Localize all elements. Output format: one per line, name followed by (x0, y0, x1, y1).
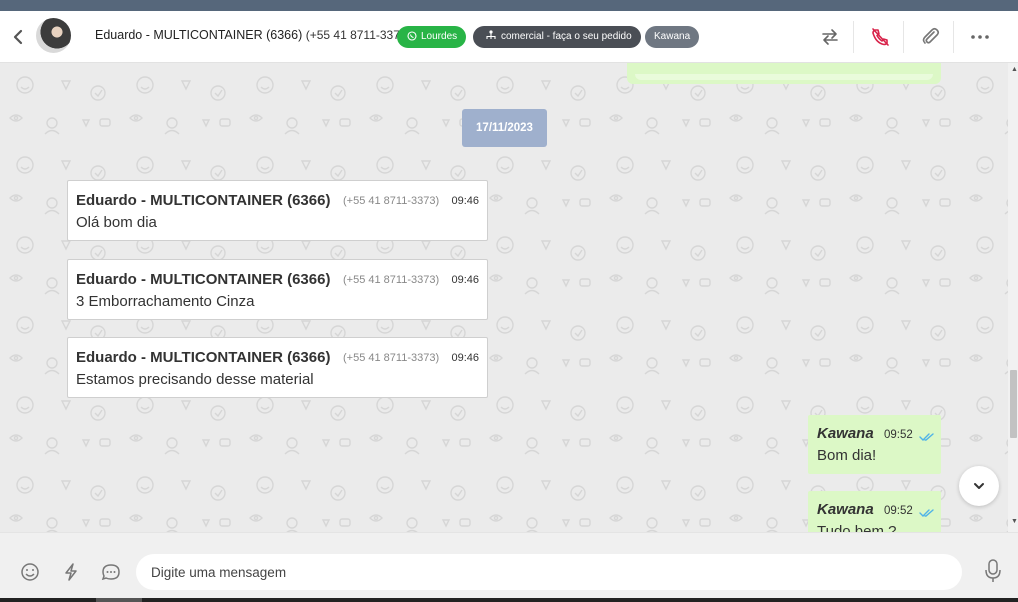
outgoing-message[interactable]: Kawana 09:52 Tudo bem ? (808, 491, 941, 532)
tag-label: Kawana (654, 31, 691, 42)
attach-icon[interactable] (919, 26, 941, 48)
chat-scrollbar[interactable] (1008, 63, 1018, 532)
window-top-strip (0, 0, 1018, 11)
chat-area[interactable]: 17/11/2023 Eduardo - MULTICONTAINER (636… (0, 63, 1008, 532)
back-icon[interactable] (10, 27, 28, 47)
header-divider (953, 21, 954, 53)
transfer-icon[interactable] (819, 26, 841, 48)
tag-department[interactable]: comercial - faça o seu pedido (473, 26, 641, 48)
message-text: Bom dia! (817, 447, 877, 464)
scroll-up-arrow-icon[interactable]: ▲ (1011, 66, 1018, 73)
message-time: 09:46 (451, 352, 479, 364)
message-author: Kawana (817, 501, 874, 518)
message-sender-phone: (+55 41 8711-3373) (343, 274, 440, 286)
message-time: 09:46 (451, 195, 479, 207)
scroll-to-bottom-button[interactable] (959, 466, 999, 506)
header-divider (903, 21, 904, 53)
chevron-down-icon (974, 483, 984, 489)
outgoing-message[interactable]: Kawana 09:52 Bom dia! (808, 415, 941, 474)
message-text: Olá bom dia (76, 214, 157, 231)
scrollbar-thumb[interactable] (1010, 370, 1017, 438)
contact-name: Eduardo - MULTICONTAINER (6366) (95, 28, 303, 42)
message-sender: Eduardo - MULTICONTAINER (6366) (76, 349, 331, 366)
previous-message-bubble (627, 63, 941, 84)
incoming-message[interactable]: Eduardo - MULTICONTAINER (6366) (+55 41 … (67, 180, 488, 241)
tag-label: Lourdes (421, 31, 458, 42)
message-author: Kawana (817, 425, 874, 442)
end-call-icon[interactable] (869, 26, 891, 48)
date-separator: 17/11/2023 (462, 109, 547, 147)
contact-title[interactable]: Eduardo - MULTICONTAINER (6366) (+55 41 … (95, 28, 411, 42)
whatsapp-icon (407, 31, 417, 41)
message-sender: Eduardo - MULTICONTAINER (6366) (76, 271, 331, 288)
message-input[interactable] (136, 554, 962, 590)
message-time: 09:46 (451, 274, 479, 286)
taskbar-strip (0, 598, 1018, 602)
tag-agent[interactable]: Kawana (645, 26, 700, 48)
message-composer (0, 532, 1018, 602)
avatar[interactable] (36, 18, 71, 53)
message-text: Tudo bem ? (817, 523, 897, 532)
more-icon[interactable] (969, 26, 991, 48)
sitemap-icon (486, 30, 496, 39)
contact-phone: (+55 41 8711-3373) (305, 28, 411, 42)
message-sender-phone: (+55 41 8711-3373) (343, 195, 440, 207)
message-sender: Eduardo - MULTICONTAINER (6366) (76, 192, 331, 209)
message-time: 09:52 (884, 505, 913, 517)
chat-bubble-icon[interactable] (101, 562, 121, 582)
double-check-icon (919, 429, 935, 447)
tag-label: comercial - faça o seu pedido (501, 31, 632, 42)
microphone-icon[interactable] (983, 558, 1003, 584)
message-sender-phone: (+55 41 8711-3373) (343, 352, 440, 364)
message-time: 09:52 (884, 429, 913, 441)
header-divider (853, 21, 854, 53)
double-check-icon (919, 505, 935, 523)
tag-lourdes[interactable]: Lourdes (397, 26, 467, 48)
incoming-message[interactable]: Eduardo - MULTICONTAINER (6366) (+55 41 … (67, 337, 488, 398)
incoming-message[interactable]: Eduardo - MULTICONTAINER (6366) (+55 41 … (67, 259, 488, 320)
chat-header: Eduardo - MULTICONTAINER (6366) (+55 41 … (0, 11, 1018, 63)
scroll-down-arrow-icon[interactable]: ▼ (1011, 518, 1018, 525)
message-text: 3 Emborrachamento Cinza (76, 293, 255, 310)
quick-reply-icon[interactable] (61, 562, 81, 582)
message-text: Estamos precisando desse material (76, 371, 314, 388)
emoji-icon[interactable] (20, 562, 40, 582)
